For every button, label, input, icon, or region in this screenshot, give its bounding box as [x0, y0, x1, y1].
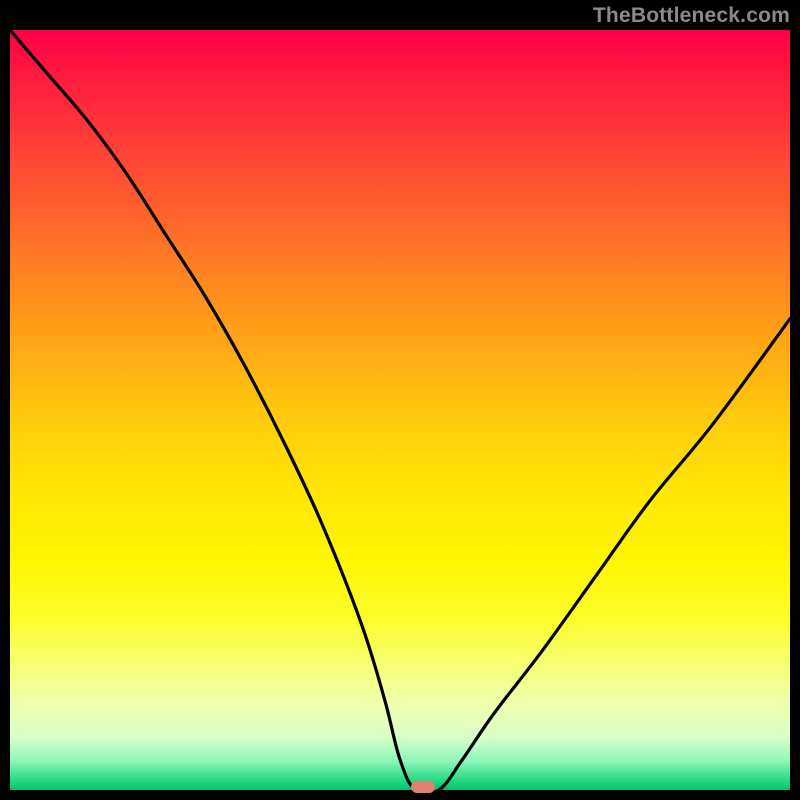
- plot-area: [10, 30, 790, 790]
- bottleneck-minimum-marker: [411, 781, 435, 793]
- watermark-text: TheBottleneck.com: [593, 4, 790, 28]
- bottleneck-curve: [10, 30, 790, 790]
- chart-frame: TheBottleneck.com: [0, 0, 800, 800]
- curve-svg: [10, 30, 790, 790]
